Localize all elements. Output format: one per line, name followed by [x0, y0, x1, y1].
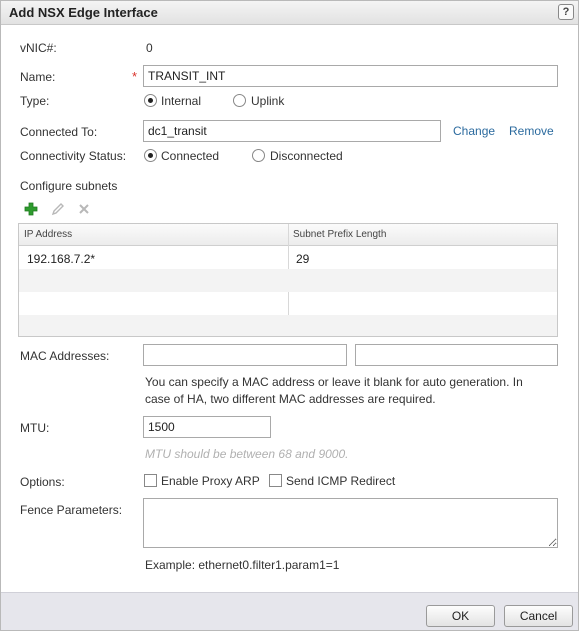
column-header-ip-address[interactable]: IP Address [24, 229, 72, 240]
delete-icon[interactable] [77, 202, 91, 216]
add-icon[interactable] [24, 202, 38, 216]
type-internal-radio[interactable] [144, 94, 157, 107]
name-input[interactable] [143, 65, 558, 87]
type-internal-label: Internal [161, 94, 202, 108]
dialog-title: Add NSX Edge Interface [9, 5, 158, 20]
add-nsx-edge-interface-dialog: Add NSX Edge Interface ? vNIC#: 0 Name: … [0, 0, 579, 631]
type-label: Type: [20, 94, 50, 108]
vnic-label: vNIC#: [20, 41, 57, 55]
table-row-empty [19, 315, 557, 336]
configure-subnets-label: Configure subnets [20, 179, 118, 193]
mac-addresses-label: MAC Addresses: [20, 349, 110, 363]
ip-address-cell: 192.168.7.2* [27, 252, 96, 266]
table-row[interactable]: 192.168.7.2* 29 [19, 246, 557, 269]
connected-to-label: Connected To: [20, 125, 98, 139]
mac-help-text: You can specify a MAC address or leave i… [145, 375, 523, 406]
table-row-empty [19, 269, 557, 292]
dialog-footer: OK Cancel [1, 592, 578, 630]
send-icmp-redirect-label: Send ICMP Redirect [286, 474, 396, 488]
ok-button[interactable]: OK [426, 605, 495, 627]
connectivity-status-label: Connectivity Status: [20, 149, 127, 163]
mtu-hint: MTU should be between 68 and 9000. [145, 447, 349, 461]
column-header-subnet-prefix-length[interactable]: Subnet Prefix Length [293, 229, 386, 240]
connected-to-input[interactable] [143, 120, 441, 142]
required-marker: * [132, 69, 138, 84]
enable-proxy-arp-label: Enable Proxy ARP [161, 474, 260, 488]
mtu-label: MTU: [20, 421, 50, 435]
connectivity-disconnected-label: Disconnected [270, 149, 343, 163]
mac-address-input-1[interactable] [143, 344, 347, 366]
connectivity-connected-label: Connected [161, 149, 220, 163]
send-icmp-redirect-checkbox[interactable] [269, 474, 282, 487]
connectivity-connected-radio[interactable] [144, 149, 157, 162]
subnet-prefix-cell: 29 [296, 252, 310, 266]
change-link[interactable]: Change [453, 124, 495, 138]
type-uplink-radio[interactable] [233, 94, 246, 107]
dialog-titlebar: Add NSX Edge Interface ? [1, 1, 578, 25]
vnic-value: 0 [146, 41, 153, 55]
name-label: Name: [20, 70, 56, 84]
type-uplink-label: Uplink [251, 94, 285, 108]
connectivity-disconnected-radio[interactable] [252, 149, 265, 162]
options-label: Options: [20, 475, 65, 489]
fence-parameters-textarea[interactable] [143, 498, 558, 548]
remove-link[interactable]: Remove [509, 124, 554, 138]
help-icon[interactable]: ? [558, 4, 574, 20]
table-row-empty [19, 292, 557, 315]
fence-parameters-label: Fence Parameters: [20, 503, 123, 517]
mac-address-input-2[interactable] [355, 344, 558, 366]
subnets-table: IP Address Subnet Prefix Length 192.168.… [18, 223, 558, 337]
mtu-input[interactable] [143, 416, 271, 438]
cancel-button[interactable]: Cancel [504, 605, 573, 627]
enable-proxy-arp-checkbox[interactable] [144, 474, 157, 487]
fence-example-text: Example: ethernet0.filter1.param1=1 [145, 558, 340, 572]
edit-icon[interactable] [51, 202, 65, 216]
